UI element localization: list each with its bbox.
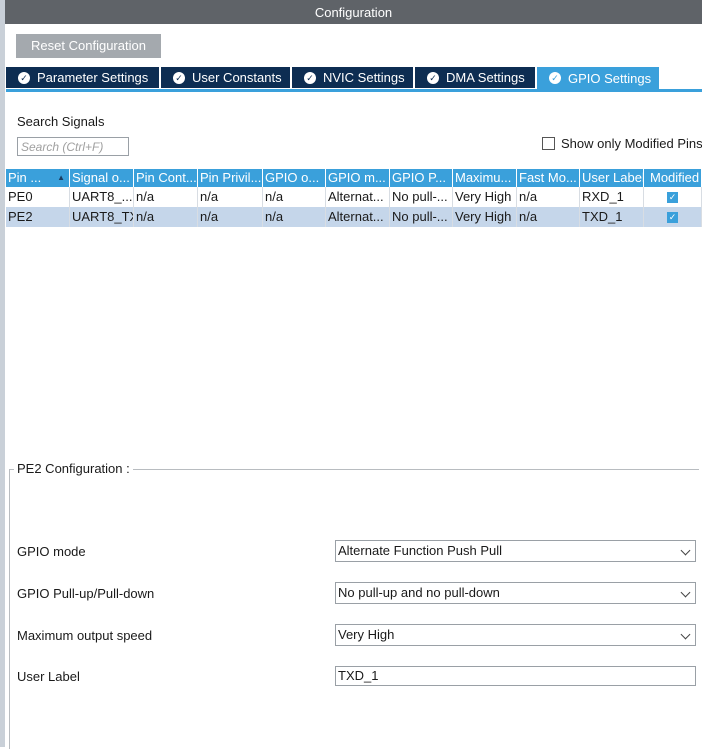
table-cell: n/a: [198, 207, 263, 227]
user-label-label: User Label: [17, 669, 80, 684]
table-row-selected[interactable]: PE2 UART8_TX n/a n/a n/a Alternat... No …: [6, 207, 702, 227]
table-cell: n/a: [517, 207, 580, 227]
modified-pins-checkbox[interactable]: [542, 137, 555, 150]
gpio-pull-value: No pull-up and no pull-down: [338, 585, 500, 600]
tab-label: NVIC Settings: [323, 70, 405, 85]
check-circle-icon: ✓: [549, 72, 561, 84]
tab-label: GPIO Settings: [568, 70, 652, 86]
check-circle-icon: ✓: [18, 71, 30, 84]
table-cell: n/a: [263, 207, 326, 227]
tab-bar: ✓ Parameter Settings ✓ User Constants ✓ …: [6, 67, 702, 89]
table-cell: n/a: [134, 187, 198, 207]
tab-parameter-settings[interactable]: ✓ Parameter Settings: [6, 67, 160, 88]
max-output-speed-select[interactable]: Very High: [335, 624, 696, 646]
table-cell: Very High: [453, 207, 517, 227]
tab-gpio-settings[interactable]: ✓ GPIO Settings: [537, 67, 660, 89]
check-circle-icon: ✓: [427, 71, 439, 84]
tab-label: User Constants: [192, 70, 282, 85]
tab-underline: [6, 89, 702, 92]
modified-cell: ✓: [644, 187, 702, 207]
check-circle-icon: ✓: [173, 71, 185, 84]
show-modified-pins-toggle[interactable]: Show only Modified Pins: [542, 136, 702, 151]
reset-configuration-button[interactable]: Reset Configuration: [16, 34, 161, 58]
column-header[interactable]: Fast Mo...: [517, 169, 580, 187]
signals-table: Pin ... ▲ Signal o... Pin Cont... Pin Pr…: [6, 169, 702, 227]
window-title: Configuration: [5, 0, 702, 24]
column-header[interactable]: Signal o...: [70, 169, 134, 187]
gpio-mode-label: GPIO mode: [17, 544, 86, 559]
max-output-speed-value: Very High: [338, 627, 395, 642]
column-header[interactable]: Modified: [644, 169, 702, 187]
table-cell: Alternat...: [326, 187, 390, 207]
chevron-down-icon: [680, 629, 691, 640]
table-cell: RXD_1: [580, 187, 644, 207]
table-cell: No pull-...: [390, 187, 453, 207]
table-cell: Alternat...: [326, 207, 390, 227]
table-cell: UART8_TX: [70, 207, 134, 227]
gpio-mode-value: Alternate Function Push Pull: [338, 543, 503, 558]
table-cell: PE2: [6, 207, 70, 227]
modified-checkbox-icon: ✓: [667, 192, 678, 204]
left-rail: [0, 0, 5, 747]
column-header[interactable]: User Label: [580, 169, 644, 187]
search-label: Search Signals: [17, 114, 105, 129]
tab-label: DMA Settings: [446, 70, 525, 85]
column-header[interactable]: Pin ... ▲: [6, 169, 70, 187]
user-label-input[interactable]: TXD_1: [335, 666, 696, 686]
table-cell: Very High: [453, 187, 517, 207]
max-output-speed-label: Maximum output speed: [17, 628, 153, 643]
table-cell: UART8_...: [70, 187, 134, 207]
table-cell: n/a: [198, 187, 263, 207]
table-cell: No pull-...: [390, 207, 453, 227]
pin-configuration-title: PE2 Configuration :: [14, 461, 133, 477]
modified-checkbox-icon: ✓: [667, 212, 678, 224]
gpio-mode-select[interactable]: Alternate Function Push Pull: [335, 540, 696, 562]
gpio-pull-label: GPIO Pull-up/Pull-down: [17, 586, 155, 601]
column-header[interactable]: GPIO P...: [390, 169, 453, 187]
chevron-down-icon: [680, 587, 691, 598]
search-input[interactable]: [17, 137, 129, 156]
tab-user-constants[interactable]: ✓ User Constants: [161, 67, 291, 88]
modified-pins-label: Show only Modified Pins: [561, 136, 702, 151]
table-cell: TXD_1: [580, 207, 644, 227]
check-circle-icon: ✓: [304, 71, 316, 84]
tab-label: Parameter Settings: [37, 70, 149, 85]
table-cell: n/a: [517, 187, 580, 207]
column-header[interactable]: Pin Privil...: [198, 169, 263, 187]
gpio-pull-select[interactable]: No pull-up and no pull-down: [335, 582, 696, 604]
table-cell: n/a: [263, 187, 326, 207]
table-row[interactable]: PE0 UART8_... n/a n/a n/a Alternat... No…: [6, 187, 702, 207]
column-header[interactable]: GPIO m...: [326, 169, 390, 187]
tab-nvic-settings[interactable]: ✓ NVIC Settings: [292, 67, 414, 88]
column-header[interactable]: Pin Cont...: [134, 169, 198, 187]
column-header[interactable]: GPIO o...: [263, 169, 326, 187]
table-header-row: Pin ... ▲ Signal o... Pin Cont... Pin Pr…: [6, 169, 702, 187]
pin-configuration-panel: [9, 469, 699, 749]
chevron-down-icon: [680, 545, 691, 556]
modified-cell: ✓: [644, 207, 702, 227]
sort-ascending-icon: ▲: [57, 173, 65, 182]
column-header[interactable]: Maximu...: [453, 169, 517, 187]
tab-dma-settings[interactable]: ✓ DMA Settings: [415, 67, 536, 88]
table-cell: PE0: [6, 187, 70, 207]
table-cell: n/a: [134, 207, 198, 227]
